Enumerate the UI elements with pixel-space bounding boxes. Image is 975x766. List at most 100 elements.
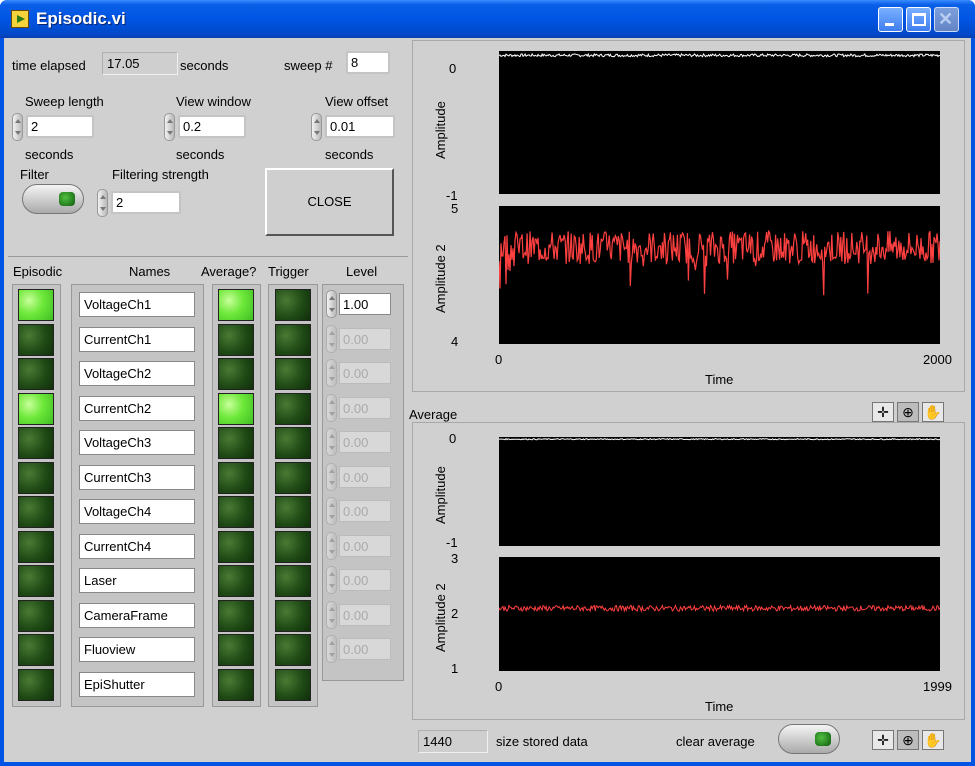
- filtering-strength-spinner[interactable]: [97, 189, 108, 217]
- level-input: 0.00: [339, 569, 391, 591]
- trigger-led[interactable]: [275, 323, 311, 356]
- zoom-tool[interactable]: ⊕: [897, 402, 919, 422]
- level-spinner: [326, 462, 337, 491]
- header-trigger: Trigger: [268, 264, 309, 279]
- channel-name-field[interactable]: VoltageCh1: [79, 292, 195, 317]
- average-led[interactable]: [218, 392, 254, 425]
- average-led[interactable]: [218, 496, 254, 528]
- trigger-led[interactable]: [275, 668, 311, 701]
- episodic-led[interactable]: [18, 530, 54, 563]
- sweep-number-indicator: 8: [346, 51, 390, 74]
- average-led[interactable]: [218, 668, 254, 701]
- top-plot2-ytick-max: 5: [451, 201, 459, 216]
- average-led[interactable]: [218, 461, 254, 494]
- level-input: 0.00: [339, 465, 391, 488]
- episodic-led[interactable]: [18, 392, 54, 425]
- episodic-led[interactable]: [18, 634, 54, 666]
- header-average: Average?: [201, 264, 257, 279]
- trigger-led[interactable]: [275, 634, 311, 666]
- episodic-led[interactable]: [18, 599, 54, 632]
- channel-name-field[interactable]: CurrentCh3: [79, 464, 195, 490]
- trigger-led[interactable]: [275, 358, 311, 390]
- trigger-led[interactable]: [275, 461, 311, 494]
- level-input[interactable]: 1.00: [339, 293, 391, 315]
- clear-average-toggle[interactable]: [778, 724, 840, 754]
- channel-name-field[interactable]: CurrentCh2: [79, 395, 195, 421]
- maximize-icon: [912, 13, 926, 26]
- maximize-button[interactable]: [906, 7, 931, 32]
- channel-name-field[interactable]: VoltageCh2: [79, 361, 195, 386]
- level-spinner: [326, 566, 337, 594]
- avg-plot2-ytick-min: 1: [451, 661, 459, 676]
- trigger-led[interactable]: [275, 289, 311, 321]
- time-elapsed-indicator: 17.05: [102, 52, 178, 75]
- episodic-led[interactable]: [18, 461, 54, 494]
- average-led[interactable]: [218, 530, 254, 563]
- trigger-led[interactable]: [275, 392, 311, 425]
- episodic-led[interactable]: [18, 668, 54, 701]
- sweep-length-spinner[interactable]: [12, 113, 23, 141]
- avg-amplitude-trace: [498, 437, 941, 441]
- minimize-button[interactable]: [878, 7, 903, 32]
- avg-plot2-ytick-mid: 2: [451, 606, 459, 621]
- avg-amplitude2-plot: [498, 557, 941, 671]
- avg-xlabel: Time: [705, 699, 734, 714]
- average-led[interactable]: [218, 289, 254, 321]
- channel-name-field[interactable]: VoltageCh3: [79, 430, 195, 455]
- window: Episodic.vi ✕ time elapsed 17.05 seconds…: [0, 0, 975, 766]
- series-line: [498, 52, 941, 58]
- channel-name-field[interactable]: CurrentCh4: [79, 533, 195, 559]
- average-led[interactable]: [218, 599, 254, 632]
- episodic-led[interactable]: [18, 427, 54, 459]
- channel-name-field[interactable]: EpiShutter: [79, 671, 195, 697]
- average-led[interactable]: [218, 323, 254, 356]
- trigger-led[interactable]: [275, 427, 311, 459]
- trigger-led[interactable]: [275, 530, 311, 563]
- view-offset-spinner[interactable]: [311, 113, 322, 141]
- trigger-led[interactable]: [275, 565, 311, 597]
- top-xtick-min: 0: [495, 352, 503, 367]
- view-window-spinner[interactable]: [164, 113, 175, 141]
- channel-name-field[interactable]: VoltageCh4: [79, 499, 195, 524]
- episodic-led[interactable]: [18, 323, 54, 356]
- minimize-icon: [885, 23, 894, 26]
- sweep-length-label: Sweep length: [25, 94, 104, 109]
- avg-plot1-ylabel: Amplitude: [433, 466, 448, 524]
- channel-name-field[interactable]: Laser: [79, 568, 195, 593]
- view-window-input[interactable]: 0.2: [178, 115, 246, 138]
- close-window-button[interactable]: ✕: [934, 7, 959, 32]
- pan-hand-tool[interactable]: ✋: [922, 402, 944, 422]
- size-stored-data-indicator: 1440: [418, 730, 488, 753]
- view-offset-input[interactable]: 0.01: [325, 115, 395, 138]
- pan-hand-tool-bottom[interactable]: ✋: [922, 730, 944, 750]
- trigger-led[interactable]: [275, 496, 311, 528]
- filter-toggle[interactable]: [22, 184, 84, 214]
- channel-name-field[interactable]: CameraFrame: [79, 602, 195, 628]
- top-graph: Amplitude 0 -1 Amplitude 2 5 4 0 2000 Ti…: [412, 40, 965, 392]
- episodic-led[interactable]: [18, 496, 54, 528]
- episodic-led[interactable]: [18, 358, 54, 390]
- avg-plot2-ylabel: Amplitude 2: [433, 583, 448, 652]
- top-plot2-ylabel: Amplitude 2: [433, 244, 448, 313]
- channel-name-field[interactable]: CurrentCh1: [79, 326, 195, 352]
- channel-name-field[interactable]: Fluoview: [79, 637, 195, 662]
- average-led[interactable]: [218, 427, 254, 459]
- level-spinner[interactable]: [326, 290, 337, 318]
- level-spinner: [326, 359, 337, 387]
- sweep-length-input[interactable]: 2: [26, 115, 94, 138]
- average-led[interactable]: [218, 358, 254, 390]
- close-button[interactable]: CLOSE: [265, 168, 394, 236]
- filtering-strength-input[interactable]: 2: [111, 191, 181, 214]
- header-names: Names: [129, 264, 171, 279]
- episodic-led[interactable]: [18, 565, 54, 597]
- average-led[interactable]: [218, 565, 254, 597]
- cursor-move-tool[interactable]: ✛: [872, 402, 894, 422]
- average-led[interactable]: [218, 634, 254, 666]
- cursor-move-tool-bottom[interactable]: ✛: [872, 730, 894, 750]
- title-bar[interactable]: Episodic.vi ✕: [0, 0, 975, 38]
- zoom-tool-bottom[interactable]: ⊕: [897, 730, 919, 750]
- trigger-led[interactable]: [275, 599, 311, 632]
- episodic-led[interactable]: [18, 289, 54, 321]
- level-input: 0.00: [339, 500, 391, 522]
- header-episodic: Episodic: [13, 264, 63, 279]
